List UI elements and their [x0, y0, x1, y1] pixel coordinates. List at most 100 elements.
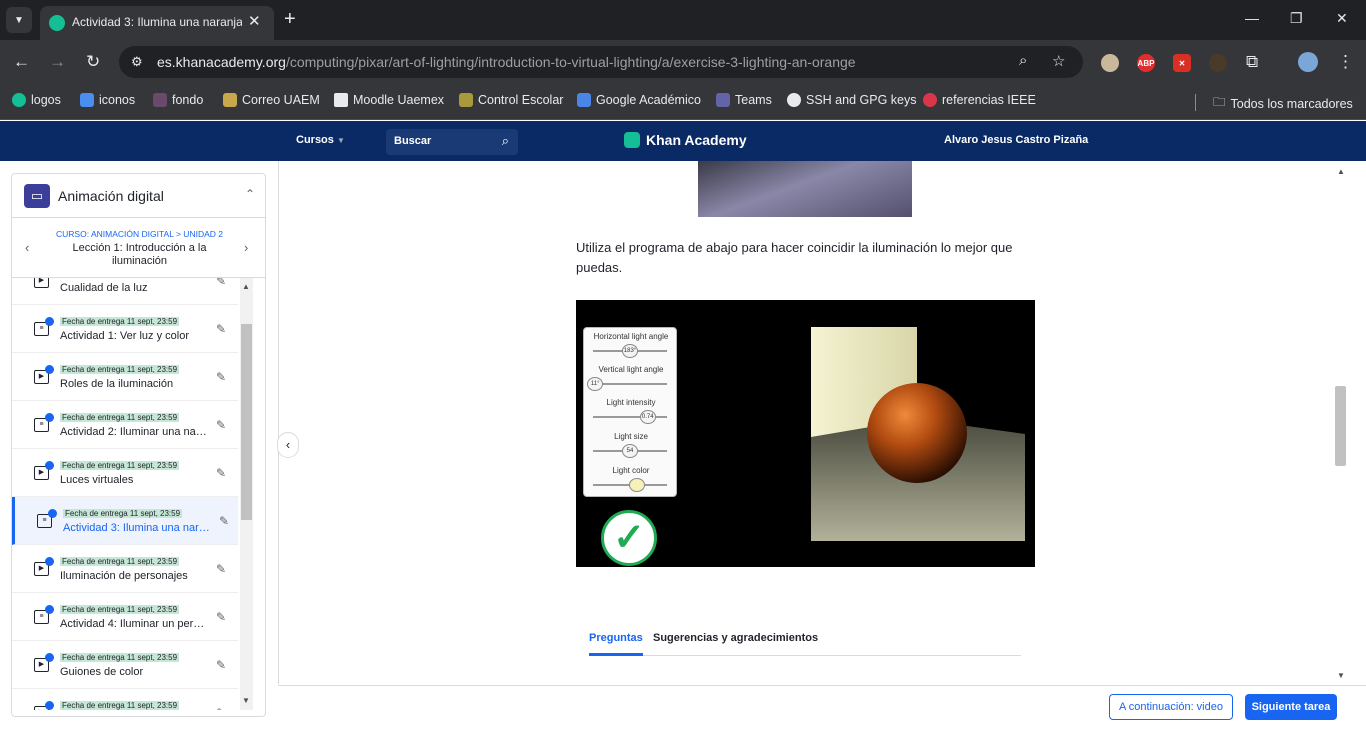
back-icon[interactable]: ← — [13, 53, 30, 71]
extension-x-icon[interactable]: ✕ — [1173, 54, 1191, 72]
edit-icon: ✎ — [216, 658, 227, 672]
video-icon: ▶ — [34, 653, 54, 672]
exercise-icon: ≡ — [37, 509, 57, 528]
window-close-icon[interactable]: ✕ — [1336, 10, 1348, 27]
light-controls-panel: Horizontal light angle 183° Vertical light… — [583, 327, 677, 497]
sidebar-item[interactable]: ≡ Fecha de entrega 11 sept, 23:59 Activida… — [12, 593, 238, 641]
edit-icon: ✎ — [219, 514, 230, 528]
scroll-up-icon[interactable]: ▲ — [1337, 167, 1345, 176]
sidebar-item-title: Actividad 4: Iluminar un personaje — [60, 618, 208, 630]
new-tab-icon[interactable]: + — [284, 9, 296, 29]
completed-check-icon — [45, 701, 54, 710]
edit-icon: ✎ — [216, 610, 227, 624]
slider-handle[interactable]: 183° — [622, 344, 638, 358]
bookmark-iconos[interactable]: iconos — [80, 93, 135, 107]
footer-bar: A continuación: video Siguiente tarea — [278, 685, 1366, 730]
sidebar-item[interactable]: ▶ Fecha de entrega 11 sept, 23:59 Luces vi… — [12, 449, 238, 497]
prev-lesson-icon[interactable]: ‹ — [25, 240, 29, 255]
scholar-icon — [577, 93, 591, 107]
next-task-button[interactable]: Siguiente tarea — [1245, 694, 1337, 720]
extension-hat-icon[interactable] — [1209, 54, 1227, 72]
reload-icon[interactable]: ↻ — [86, 53, 100, 71]
slider-handle[interactable] — [629, 478, 646, 492]
next-video-button[interactable]: A continuación: video — [1109, 694, 1233, 720]
user-menu[interactable]: Alvaro Jesus Castro Pizaña — [944, 134, 1088, 146]
courses-menu[interactable]: Cursos ▼ — [296, 134, 345, 146]
exercise-icon: ≡ — [34, 605, 54, 624]
search-input[interactable]: Buscar ⌕ — [386, 129, 518, 155]
site-info-icon[interactable]: ⚙ — [131, 54, 143, 70]
main-scrollbar[interactable]: ▲ ▼ — [1333, 161, 1348, 684]
tab-search-button[interactable]: ▼ — [6, 7, 32, 33]
sidebar-item-title: Actividad 3: Ilumina una naranja — [63, 522, 211, 534]
restore-icon[interactable]: ❐ — [1290, 10, 1303, 27]
collapse-sidebar-button[interactable]: ‹ — [277, 432, 299, 458]
sidebar-item[interactable]: ▶Fecha de entrega 11 sept, 23:59Cualidad… — [12, 278, 238, 305]
profile-avatar[interactable] — [1298, 52, 1318, 72]
chevron-up-icon[interactable]: ⌃ — [245, 187, 255, 201]
adblock-icon[interactable]: ABP — [1137, 54, 1155, 72]
orange-render — [811, 327, 1026, 542]
bookmark-moodle[interactable]: Moodle Uaemex — [334, 93, 444, 107]
sidebar-item[interactable]: ▶ Fecha de entrega 11 sept, 23:59 ✎ — [12, 689, 238, 710]
due-date-badge: Fecha de entrega 11 sept, 23:59 — [60, 461, 180, 470]
edit-icon: ✎ — [216, 418, 227, 432]
exercise-icon: ≡ — [34, 413, 54, 432]
sidebar-header[interactable]: ▭ Animación digital ⌃ — [12, 174, 265, 218]
bookmark-correo-uaem[interactable]: Correo UAEM — [223, 93, 320, 107]
sidebar-item[interactable]: ▶ Fecha de entrega 11 sept, 23:59 Guiones … — [12, 641, 238, 689]
menu-kebab-icon[interactable]: ⋮ — [1337, 53, 1354, 71]
bookmark-logos[interactable]: logos — [12, 93, 61, 107]
sidebar-item[interactable]: ≡ Fecha de entrega 11 sept, 23:59 Activida… — [12, 305, 238, 353]
all-bookmarks[interactable]: 🗀 Todos los marcadores — [1213, 93, 1353, 114]
zoom-icon[interactable]: ⌕ — [1019, 52, 1027, 69]
close-tab-icon[interactable]: ✕ — [248, 12, 261, 30]
minimize-icon[interactable]: — — [1245, 10, 1259, 26]
scrollbar-thumb[interactable] — [1335, 386, 1346, 466]
course-sidebar: ▭ Animación digital ⌃ ‹ CURSO: ANIMACIÓN… — [11, 173, 266, 717]
bookmark-star-icon[interactable]: ☆ — [1052, 52, 1065, 70]
next-lesson-icon[interactable]: › — [244, 240, 248, 255]
slider-track[interactable] — [593, 383, 667, 385]
forward-icon[interactable]: → — [49, 53, 66, 71]
slider-label: Light size — [614, 432, 648, 441]
khan-logo[interactable]: Khan Academy — [624, 132, 747, 148]
tab-preguntas[interactable]: Preguntas — [589, 632, 643, 656]
address-bar[interactable]: ⚙ es.khanacademy.org/computing/pixar/art… — [119, 46, 1083, 78]
bookmark-google-academico[interactable]: Google Académico — [577, 93, 701, 107]
scroll-up-icon[interactable]: ▲ — [242, 282, 250, 291]
bookmark-control-escolar[interactable]: Control Escolar — [459, 93, 563, 107]
breadcrumb[interactable]: CURSO: ANIMACIÓN DIGITAL > UNIDAD 2 — [52, 229, 227, 239]
sidebar-scrollbar[interactable]: ▲ ▼ — [240, 278, 253, 710]
edit-icon: ✎ — [216, 706, 226, 710]
extensions-puzzle-icon[interactable]: ⧉ — [1246, 53, 1258, 71]
extension-owl-icon[interactable] — [1101, 54, 1119, 72]
browser-toolbar: ← → ↻ ⚙ es.khanacademy.org/computing/pix… — [0, 40, 1366, 86]
checkmark-icon: ✓ — [601, 510, 657, 566]
slider-handle[interactable]: 54 — [622, 444, 638, 458]
slider-track[interactable] — [593, 416, 667, 418]
bookmark-fondo[interactable]: fondo — [153, 93, 203, 107]
exercise-icon: ≡ — [34, 317, 54, 336]
sidebar-item[interactable]: ▶ Fecha de entrega 11 sept, 23:59 Iluminac… — [12, 545, 238, 593]
tab-title: Actividad 3: Ilumina una naranja — [72, 15, 242, 29]
slider-handle[interactable]: 11° — [587, 377, 604, 391]
edit-icon: ✎ — [216, 322, 227, 336]
due-date-badge: Fecha de entrega 11 sept, 23:59 — [63, 509, 183, 518]
sidebar-item[interactable]: ≡ Fecha de entrega 11 sept, 23:59 Activida… — [12, 401, 238, 449]
scroll-down-icon[interactable]: ▼ — [1337, 671, 1345, 680]
bookmark-referencias-ieee[interactable]: referencias IEEE — [923, 93, 1036, 107]
bookmark-teams[interactable]: Teams — [716, 93, 772, 107]
sidebar-item[interactable]: ▶ Fecha de entrega 11 sept, 23:59 Roles de… — [12, 353, 238, 401]
completed-check-icon — [45, 317, 54, 326]
sidebar-item[interactable]: ≡ Fecha de entrega 11 sept, 23:59 Activida… — [12, 497, 238, 545]
slider-handle[interactable]: 0.74 — [639, 410, 656, 424]
sidebar-item-title: Actividad 1: Ver luz y color — [60, 330, 190, 342]
browser-tab-active[interactable]: Actividad 3: Ilumina una naranja ✕ — [40, 6, 274, 40]
edit-icon: ✎ — [216, 562, 227, 576]
scroll-down-icon[interactable]: ▼ — [242, 696, 250, 705]
scrollbar-thumb[interactable] — [241, 324, 252, 520]
tab-sugerencias[interactable]: Sugerencias y agradecimientos — [653, 632, 818, 644]
bookmark-ssh-gpg[interactable]: SSH and GPG keys — [787, 93, 916, 107]
url-text[interactable]: es.khanacademy.org/computing/pixar/art-o… — [157, 54, 856, 70]
